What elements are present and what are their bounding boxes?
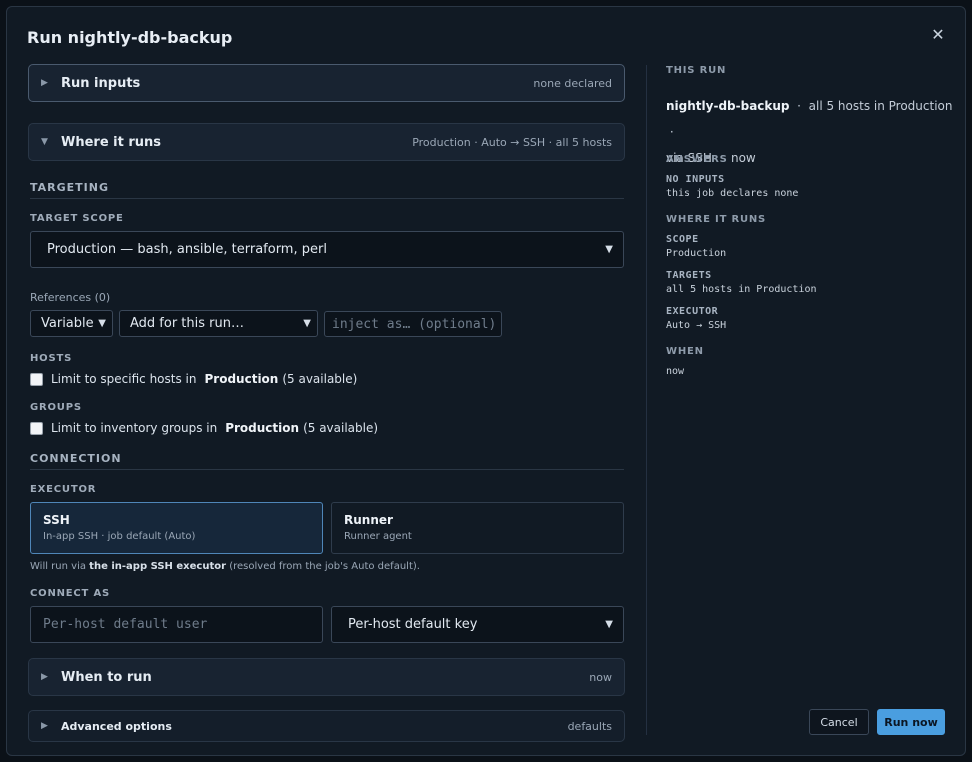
section-where-it-runs[interactable]: ▼ Where it runs Production · Auto → SSH … bbox=[28, 123, 625, 161]
section-label: Where it runs bbox=[61, 134, 162, 150]
no-inputs-value: this job declares none bbox=[666, 188, 799, 199]
section-when-to-run[interactable]: ▶ When to run now bbox=[28, 658, 625, 696]
section-summary: now bbox=[589, 670, 612, 684]
connect-user-input[interactable]: Per-host default user bbox=[30, 606, 323, 643]
connection-heading: CONNECTION bbox=[30, 452, 122, 465]
no-inputs-key: NO INPUTS bbox=[666, 174, 725, 185]
executor-name: Runner bbox=[344, 513, 393, 527]
section-run-inputs[interactable]: ▶ Run inputs none declared bbox=[28, 64, 625, 102]
groups-label: GROUPS bbox=[30, 402, 82, 413]
limit-groups-row: Limit to inventory groups in Production … bbox=[30, 421, 378, 435]
executor-label: EXECUTOR bbox=[30, 484, 97, 495]
inject-as-input[interactable]: inject as… (optional) bbox=[324, 311, 502, 337]
reference-add-select[interactable]: Add for this run… ▼ bbox=[119, 310, 318, 337]
section-advanced-options[interactable]: ▶ Advanced options defaults bbox=[28, 710, 625, 742]
this-run-heading: THIS RUN bbox=[666, 65, 727, 76]
limit-hosts-checkbox[interactable] bbox=[30, 372, 43, 386]
section-summary: defaults bbox=[567, 719, 612, 733]
section-label: Run inputs bbox=[61, 75, 141, 91]
connect-key-select[interactable]: Per-host default key ▼ bbox=[331, 606, 624, 643]
section-summary: Production · Auto → SSH · all 5 hosts bbox=[412, 135, 612, 149]
run-now-button[interactable]: Run now bbox=[877, 709, 945, 735]
when-value: now bbox=[666, 366, 685, 377]
section-label: Advanced options bbox=[61, 719, 172, 733]
executor-name: SSH bbox=[43, 513, 70, 527]
hosts-scope-name: Production bbox=[204, 372, 279, 386]
hosts-available-count: (5 available) bbox=[282, 372, 358, 386]
reference-type-select[interactable]: Variable ▼ bbox=[30, 310, 113, 337]
targets-key: TARGETS bbox=[666, 270, 712, 281]
limit-groups-text: Limit to inventory groups in bbox=[51, 421, 218, 435]
scope-key: SCOPE bbox=[666, 234, 699, 245]
divider bbox=[30, 469, 624, 470]
chevron-down-icon: ▼ bbox=[98, 318, 106, 329]
caret-down-icon: ▼ bbox=[41, 137, 48, 147]
executor-value: Auto → SSH bbox=[666, 320, 727, 331]
executor-option-ssh[interactable]: SSH In-app SSH · job default (Auto) bbox=[30, 502, 323, 554]
executor-resolution-note: Will run via the in-app SSH executor (re… bbox=[30, 561, 420, 572]
groups-scope-name: Production bbox=[225, 421, 300, 435]
targeting-heading: TARGETING bbox=[30, 181, 110, 194]
caret-right-icon: ▶ bbox=[41, 721, 48, 731]
caret-right-icon: ▶ bbox=[41, 672, 48, 682]
executor-desc: In-app SSH · job default (Auto) bbox=[43, 531, 196, 542]
cancel-button[interactable]: Cancel bbox=[809, 709, 869, 735]
answers-heading: ANSWERS bbox=[666, 154, 728, 165]
close-icon[interactable]: ✕ bbox=[929, 27, 947, 45]
chevron-down-icon: ▼ bbox=[605, 619, 613, 630]
executor-option-runner[interactable]: Runner Runner agent bbox=[331, 502, 624, 554]
limit-hosts-text: Limit to specific hosts in bbox=[51, 372, 197, 386]
groups-available-count: (5 available) bbox=[303, 421, 379, 435]
run-job-modal: Run nightly-db-backup ✕ ▶ Run inputs non… bbox=[6, 6, 966, 756]
scope-value: Production bbox=[666, 248, 727, 259]
section-label: When to run bbox=[61, 669, 152, 685]
where-heading: WHERE IT RUNS bbox=[666, 214, 767, 225]
target-scope-label: TARGET SCOPE bbox=[30, 213, 124, 224]
target-scope-select[interactable]: Production — bash, ansible, terraform, p… bbox=[30, 231, 624, 268]
chevron-down-icon: ▼ bbox=[605, 244, 613, 255]
chevron-down-icon: ▼ bbox=[303, 318, 311, 329]
references-label: References (0) bbox=[30, 291, 111, 304]
limit-hosts-row: Limit to specific hosts in Production (5… bbox=[30, 372, 357, 386]
targets-value: all 5 hosts in Production bbox=[666, 284, 817, 295]
modal-title: Run nightly-db-backup bbox=[27, 28, 233, 47]
panel-divider bbox=[646, 65, 647, 735]
divider bbox=[30, 198, 624, 199]
when-key: WHEN bbox=[666, 346, 704, 357]
limit-groups-checkbox[interactable] bbox=[30, 421, 43, 435]
hosts-label: HOSTS bbox=[30, 353, 73, 364]
executor-key: EXECUTOR bbox=[666, 306, 719, 317]
caret-right-icon: ▶ bbox=[41, 78, 48, 88]
executor-desc: Runner agent bbox=[344, 531, 412, 542]
section-summary: none declared bbox=[533, 76, 612, 90]
connect-as-label: CONNECT AS bbox=[30, 588, 110, 599]
